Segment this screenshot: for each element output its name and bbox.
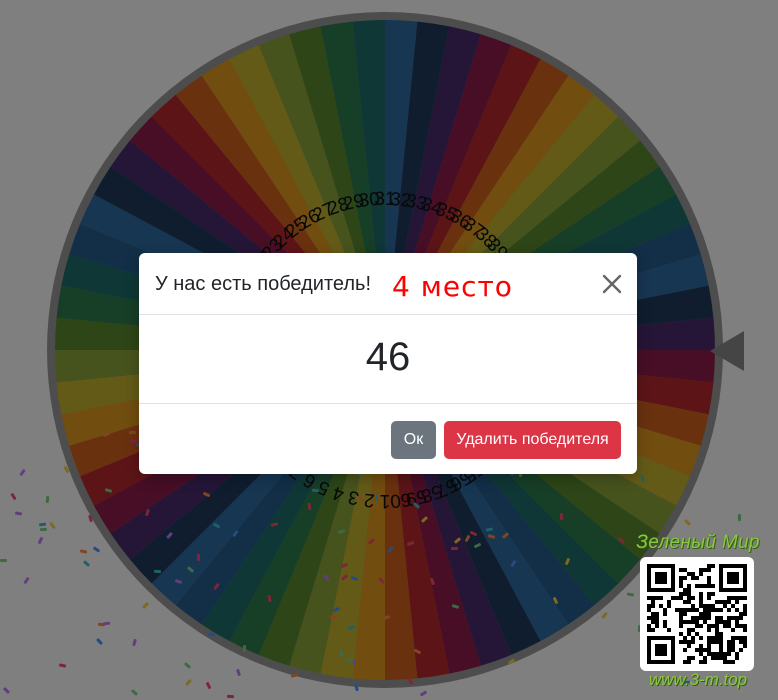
dialog-body: 46	[139, 315, 637, 404]
dialog-title: У нас есть победитель!	[155, 273, 371, 295]
ok-button[interactable]: Ок	[391, 421, 436, 459]
brand-url[interactable]: www.3-m.top	[636, 670, 760, 690]
close-icon	[602, 274, 622, 294]
brand-badge[interactable]: Зеленый Мир www.3-m.top	[632, 532, 762, 692]
winner-number: 46	[365, 334, 411, 379]
winner-dialog: У нас есть победитель! 4 место 46 Ок Уда…	[139, 253, 637, 474]
remove-winner-button[interactable]: Удалить победителя	[444, 421, 621, 459]
qr-code	[640, 557, 754, 671]
place-label: 4 место	[392, 270, 513, 303]
close-button[interactable]	[599, 271, 625, 297]
qr-code-icon	[647, 564, 747, 664]
dialog-header: У нас есть победитель! 4 место	[139, 253, 637, 315]
brand-name: Зеленый Мир	[636, 532, 760, 553]
